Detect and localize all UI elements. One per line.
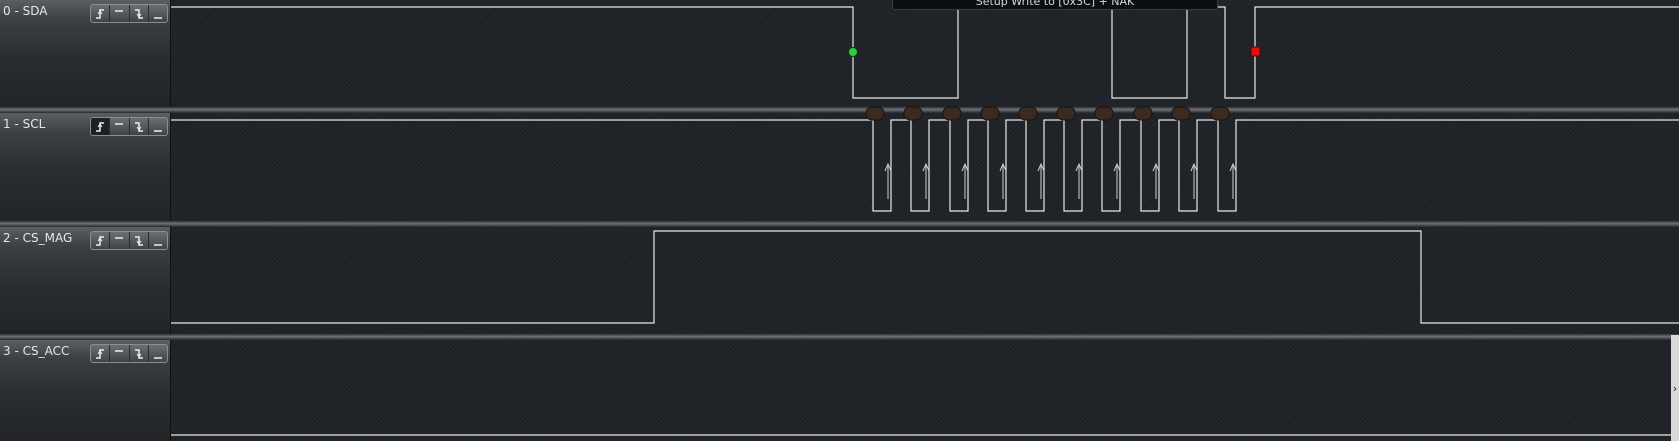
rising-edge-arrow-icon (922, 162, 930, 199)
clock-sample-bubble[interactable] (980, 106, 1000, 121)
sda-trace (171, 6, 1679, 99)
rising-edge-arrow-icon (1037, 162, 1045, 199)
clock-sample-bubble[interactable] (865, 106, 885, 121)
clock-sample-bubble[interactable] (1056, 106, 1076, 121)
rising-edge-arrow-icon (1152, 162, 1160, 199)
scroll-handle[interactable]: › (1671, 335, 1679, 441)
decoder-tooltip: Setup Write to [0x3C] + NAK (892, 0, 1218, 10)
clock-sample-bubble[interactable] (1210, 106, 1230, 121)
scl-trace (171, 106, 1679, 212)
clock-sample-bubble[interactable] (942, 106, 962, 121)
cs-mag-trace (171, 230, 1679, 324)
waveform-overlay (171, 6, 1679, 436)
rising-edge-arrow-icon (1190, 162, 1198, 199)
clock-sample-bubble[interactable] (1018, 106, 1038, 121)
rising-edge-arrow-icon (999, 162, 1007, 199)
clock-sample-bubble[interactable] (1133, 106, 1153, 121)
rising-edge-arrow-icon (1075, 162, 1083, 199)
clock-sample-bubble[interactable] (1171, 106, 1191, 121)
rising-edge-arrow-icon (1229, 162, 1237, 199)
clock-sample-bubble[interactable] (1094, 106, 1114, 121)
start-marker-icon[interactable] (848, 47, 858, 57)
rising-edge-arrow-icon (1113, 162, 1121, 199)
rising-edge-arrow-icon (961, 162, 969, 199)
clock-sample-bubble[interactable] (903, 106, 923, 121)
rising-edge-arrow-icon (884, 162, 892, 199)
stop-marker-icon[interactable] (1250, 46, 1261, 57)
